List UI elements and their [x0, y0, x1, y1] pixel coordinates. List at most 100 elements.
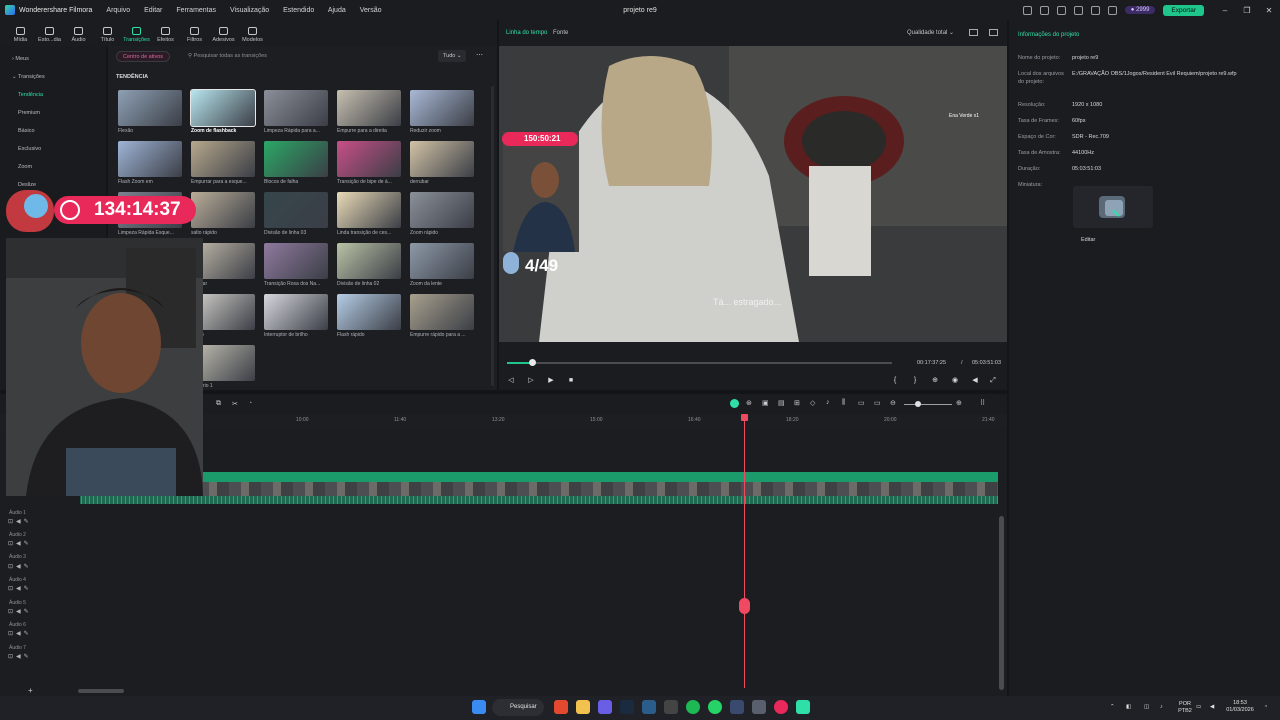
gift-icon[interactable]: [1073, 5, 1083, 15]
tab-timeline[interactable]: Linha do tempo: [506, 30, 547, 36]
seek-handle[interactable]: [529, 359, 537, 366]
fullscreen-icon[interactable]: ⤢: [989, 377, 997, 385]
camera-icon[interactable]: ◉: [951, 377, 959, 385]
transition-tile[interactable]: Divisão de linha 03: [264, 192, 328, 240]
transition-tile[interactable]: Divisão de linha 02: [337, 243, 401, 291]
tree-item-meus[interactable]: › Meus: [0, 50, 106, 68]
cut-icon[interactable]: ✂: [232, 400, 238, 408]
prev-frame-icon[interactable]: ◁: [507, 377, 515, 385]
edit-thumbnail-button[interactable]: Editar: [1081, 237, 1095, 243]
transition-tile[interactable]: Reduzir zoom: [410, 90, 474, 138]
filter-dropdown[interactable]: Tudo ⌄: [438, 50, 466, 62]
start-icon[interactable]: [472, 700, 486, 714]
audio-track-controls[interactable]: ⊡◀✎: [8, 608, 32, 615]
tree-item-basico[interactable]: Básico: [0, 122, 106, 140]
notification-bell-icon[interactable]: ◔: [1264, 704, 1267, 711]
spotify-icon[interactable]: [686, 700, 700, 714]
audio-track-controls[interactable]: ⊡◀✎: [8, 585, 32, 592]
tray-monitor-icon[interactable]: ▭: [1196, 704, 1201, 711]
menu-ajuda[interactable]: Ajuda: [328, 7, 346, 14]
video-clip-frames[interactable]: [197, 482, 998, 496]
credits-badge[interactable]: ● 2999: [1124, 6, 1156, 14]
transition-tile[interactable]: Zoom de flashback: [190, 89, 256, 138]
audio-track-controls[interactable]: ⊡◀✎: [8, 653, 32, 660]
tab-audio[interactable]: Áudio: [64, 27, 93, 46]
playhead-handle[interactable]: [739, 598, 750, 614]
tree-item-tendencia[interactable]: Tendência: [0, 86, 106, 104]
minimize-icon[interactable]: –: [1214, 6, 1236, 15]
snap-icon[interactable]: ⊛: [746, 399, 752, 407]
ai-toggle-icon[interactable]: [730, 399, 739, 408]
transition-tile[interactable]: Flash rápido: [337, 294, 401, 342]
audio-waveform[interactable]: [80, 496, 998, 504]
transition-tile[interactable]: derrubar: [410, 141, 474, 189]
more-icon[interactable]: ⋯: [476, 51, 483, 59]
tray-network-icon[interactable]: ◫: [1144, 704, 1149, 711]
video-clip[interactable]: [197, 472, 998, 482]
mark-out-icon[interactable]: }: [911, 377, 919, 385]
layout-icon[interactable]: [969, 29, 978, 36]
clip-icon[interactable]: ▤: [778, 399, 785, 407]
transition-tile[interactable]: Interruptor de brilho: [264, 294, 328, 342]
monitor-icon[interactable]: [1039, 5, 1049, 15]
menu-arquivo[interactable]: Arquivo: [106, 7, 130, 14]
language-indicator[interactable]: POR PTB2: [1176, 701, 1194, 715]
zoom-icon[interactable]: ⊕: [931, 377, 939, 385]
cloud-icon[interactable]: [1056, 5, 1066, 15]
transition-tile[interactable]: Transição Rosa dos Na...: [264, 243, 328, 291]
file-explorer-icon[interactable]: [576, 700, 590, 714]
zoom-in-icon[interactable]: ⊕: [956, 399, 962, 407]
chat-icon[interactable]: [752, 700, 766, 714]
tab-titulo[interactable]: Título: [93, 27, 122, 46]
tree-item-exclusivo[interactable]: Exclusivo: [0, 140, 106, 158]
tray-chevron-icon[interactable]: ⌃: [1110, 704, 1115, 711]
tab-modelos[interactable]: Modelos: [238, 27, 267, 46]
render-icon[interactable]: ⊞: [794, 399, 800, 407]
search-input[interactable]: ⚲ Pesquisar todas as transições: [188, 51, 428, 62]
transition-tile[interactable]: Limpeza Rápida para a...: [264, 90, 328, 138]
shield-icon[interactable]: ◇: [810, 399, 815, 407]
transition-tile[interactable]: Zoom rápido: [410, 192, 474, 240]
menu-estendido[interactable]: Estendido: [283, 7, 314, 14]
tab-filtros[interactable]: Filtros: [180, 27, 209, 46]
tray-mic-icon[interactable]: ♪: [1160, 704, 1163, 711]
transition-tile[interactable]: Blocos de falha: [264, 141, 328, 189]
transition-tile[interactable]: Transição de bipe de á...: [337, 141, 401, 189]
grid-scrollbar[interactable]: [491, 86, 494, 386]
tab-estoque[interactable]: Esto...dia: [35, 27, 64, 46]
notification-icon[interactable]: [1022, 5, 1032, 15]
quality-dropdown[interactable]: Qualidade total ⌄: [907, 29, 954, 36]
steam-icon[interactable]: [620, 700, 634, 714]
user-icon[interactable]: [1090, 5, 1100, 15]
settings-icon[interactable]: [1107, 5, 1117, 15]
vpn-icon[interactable]: [730, 700, 744, 714]
marker-icon[interactable]: ▣: [762, 399, 769, 407]
zoom-out-icon[interactable]: ⊖: [890, 399, 896, 407]
audio-track-controls[interactable]: ⊡◀✎: [8, 563, 32, 570]
grid-icon[interactable]: ⠿: [980, 399, 985, 407]
zoom-slider-handle[interactable]: [915, 401, 921, 407]
playhead-line[interactable]: [744, 414, 745, 688]
mixer-icon[interactable]: ⫼: [842, 399, 845, 407]
transition-tile[interactable]: salto rápido: [191, 192, 255, 240]
transition-tile[interactable]: Flash Zoom em: [118, 141, 182, 189]
transition-tile[interactable]: Flexão: [118, 90, 182, 138]
zoom-slider[interactable]: [904, 404, 952, 405]
add-track-icon[interactable]: +: [28, 686, 33, 695]
maximize-icon[interactable]: ❐: [1236, 6, 1258, 15]
transition-tile[interactable]: Empurre para a direita: [337, 90, 401, 138]
audio-track-controls[interactable]: ⊡◀✎: [8, 518, 32, 525]
play-pause-icon[interactable]: ▷: [527, 377, 535, 385]
export-button[interactable]: Exportar: [1163, 4, 1204, 16]
menu-visualizacao[interactable]: Visualização: [230, 7, 269, 14]
speed-icon[interactable]: ◔: [248, 400, 252, 407]
snapshot-icon[interactable]: [989, 29, 998, 36]
close-icon[interactable]: ✕: [1258, 6, 1280, 15]
tab-source[interactable]: Fonte: [553, 30, 568, 36]
transition-tile[interactable]: Zoom da lente: [410, 243, 474, 291]
timeline-vscrollbar[interactable]: [999, 516, 1004, 690]
menu-versao[interactable]: Versão: [360, 7, 382, 14]
discord-icon[interactable]: [598, 700, 612, 714]
stop-icon[interactable]: ■: [567, 377, 575, 385]
transition-tile[interactable]: Linda transição de ces...: [337, 192, 401, 240]
